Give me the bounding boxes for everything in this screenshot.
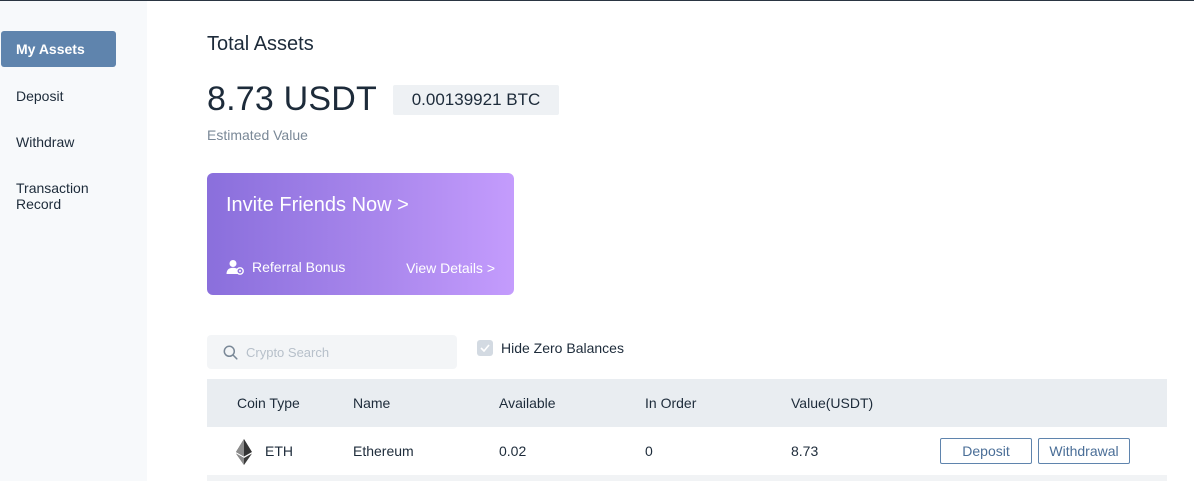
sidebar-item-deposit[interactable]: Deposit [1, 88, 116, 104]
assets-table-header: Coin Type Name Available In Order Value(… [207, 379, 1167, 427]
withdrawal-button[interactable]: Withdrawal [1038, 438, 1130, 464]
ethereum-icon [236, 439, 252, 465]
available-cell: 0.02 [499, 443, 527, 459]
column-header-value: Value(USDT) [791, 395, 874, 411]
check-icon [480, 344, 490, 352]
crypto-search-box[interactable] [207, 335, 457, 369]
search-icon [223, 345, 238, 360]
btc-value-badge: 0.00139921 BTC [393, 85, 559, 115]
page-title: Total Assets [207, 33, 314, 55]
user-referral-icon [226, 260, 244, 275]
hide-zero-label: Hide Zero Balances [501, 340, 624, 356]
invite-title: Invite Friends Now > [226, 194, 409, 216]
coin-type-cell: ETH [265, 443, 293, 459]
table-row: ETH Ethereum 0.02 0 8.73 Deposit Withdra… [207, 427, 1167, 475]
top-border [0, 0, 1194, 1]
column-header-in-order: In Order [645, 395, 697, 411]
sidebar-item-transaction-record[interactable]: Transaction Record [1, 180, 111, 212]
view-details-link[interactable]: View Details > [406, 260, 495, 276]
in-order-cell: 0 [645, 443, 653, 459]
hide-zero-checkbox[interactable] [477, 340, 493, 356]
hide-zero-balances-toggle[interactable]: Hide Zero Balances [477, 340, 624, 356]
column-header-coin-type: Coin Type [237, 395, 300, 411]
sidebar-item-withdraw[interactable]: Withdraw [1, 134, 116, 150]
sidebar: My Assets Deposit Withdraw Transaction R… [0, 1, 147, 481]
value-cell: 8.73 [791, 443, 819, 459]
crypto-search-input[interactable] [246, 344, 436, 360]
column-header-available: Available [499, 395, 556, 411]
table-next-row-edge [207, 475, 1167, 481]
column-header-name: Name [353, 395, 391, 411]
total-usdt-value: 8.73 USDT [207, 80, 377, 118]
referral-bonus-label: Referral Bonus [252, 259, 346, 275]
estimated-value-label: Estimated Value [207, 127, 308, 143]
deposit-button[interactable]: Deposit [940, 438, 1032, 464]
coin-name-cell: Ethereum [353, 443, 414, 459]
invite-friends-card[interactable]: Invite Friends Now > Referral Bonus View… [207, 173, 514, 295]
referral-bonus: Referral Bonus [226, 259, 345, 275]
sidebar-item-my-assets[interactable]: My Assets [1, 31, 116, 67]
